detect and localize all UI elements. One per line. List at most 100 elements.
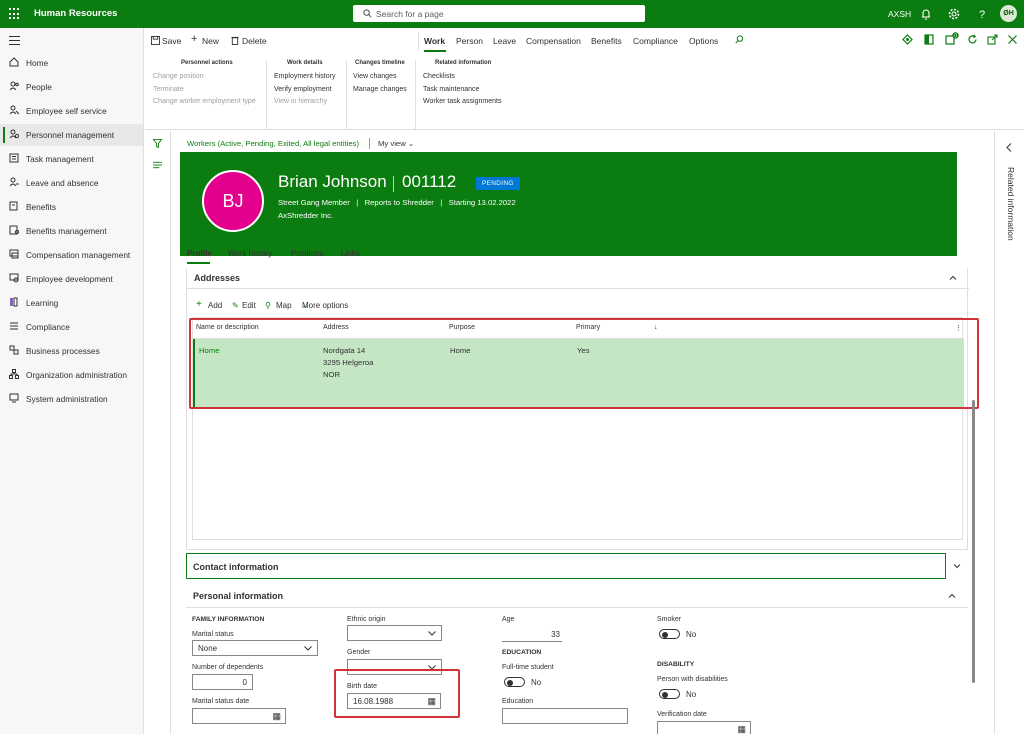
checklists-button[interactable]: Checklists [423,73,455,80]
sidebar-item-employee-development[interactable]: Employee development [0,268,143,290]
education-field[interactable] [502,708,628,724]
smoker-value: No [686,630,697,639]
family-heading: FAMILY INFORMATION [192,616,265,623]
tab-links[interactable]: Links [341,249,360,258]
view-in-hierarchy-button[interactable]: View in hierarchy [274,98,327,105]
sidebar-item-compensation-management[interactable]: Compensation management [0,244,143,266]
verify-employment-button[interactable]: Verify employment [274,86,332,93]
tab-leave[interactable]: Leave [493,36,516,46]
view-changes-button[interactable]: View changes [353,73,396,80]
sidebar-item-task-management[interactable]: Task management [0,148,143,170]
terminate-button[interactable]: Terminate [153,86,184,93]
person-icon [9,105,19,115]
marital-status-label: Marital status [192,631,234,638]
list-icon[interactable] [153,161,162,169]
refresh-icon[interactable] [967,34,978,45]
new-button[interactable]: New [202,36,219,46]
tab-compliance[interactable]: Compliance [633,36,678,46]
add-address-button[interactable]: Add [208,301,222,310]
plus-icon: + [196,299,202,310]
tab-benefits[interactable]: Benefits [591,36,622,46]
marital-date-field[interactable]: ▦ [192,708,286,724]
filter-icon[interactable] [153,139,162,148]
help-icon[interactable]: ? [975,7,989,21]
action-search-icon[interactable] [735,35,744,44]
worker-avatar[interactable]: BJ [202,170,264,232]
calendar-icon[interactable]: ▦ [272,711,281,722]
user-avatar[interactable]: ØH [1000,5,1017,22]
tab-profile[interactable]: Profile [187,249,212,258]
search-input[interactable]: Search for a page [353,5,645,22]
sidebar-item-organization-administration[interactable]: Organization administration [0,364,143,386]
task-maintenance-button[interactable]: Task maintenance [423,86,479,93]
marital-status-select[interactable]: None [192,640,318,656]
chevron-left-icon[interactable] [1006,143,1012,152]
open-new-window-icon[interactable] [987,34,998,45]
worker-task-assignments-button[interactable]: Worker task assignments [423,98,501,105]
map-button[interactable]: Map [276,301,292,310]
smoker-toggle[interactable] [659,629,680,639]
calendar-icon[interactable]: ▦ [737,724,746,734]
sidebar-item-business-processes[interactable]: Business processes [0,340,143,362]
tab-positions[interactable]: Positions [291,249,323,258]
scrollbar[interactable] [972,400,975,683]
tab-work-history[interactable]: Work history [228,249,272,258]
group-changes-timeline-title: Changes timeline [355,60,405,66]
hamburger-icon[interactable] [9,36,20,48]
delete-button[interactable]: Delete [242,36,267,46]
tab-options[interactable]: Options [689,36,718,46]
employment-history-button[interactable]: Employment history [274,73,335,80]
change-position-button[interactable]: Change position [153,73,204,80]
change-employment-type-button[interactable]: Change worker employment type [153,98,256,105]
close-icon[interactable] [1007,34,1018,45]
chevron-up-icon[interactable] [948,592,956,600]
personal-title[interactable]: Personal information [193,591,283,601]
sidebar-item-leave-and-absence[interactable]: Leave and absence [0,172,143,194]
contact-section[interactable]: Contact information [186,553,946,579]
power-apps-icon[interactable] [902,34,913,45]
edit-address-button[interactable]: Edit [242,301,256,310]
sidebar-item-benefits-management[interactable]: Benefits management [0,220,143,242]
sidebar-item-label: System administration [26,394,108,404]
sidebar-item-system-administration[interactable]: System administration [0,388,143,410]
top-bar: Human Resources Search for a page AXSH ?… [0,0,1024,28]
manage-changes-button[interactable]: Manage changes [353,86,407,93]
tab-person[interactable]: Person [456,36,483,46]
sidebar-item-label: Task management [26,154,94,164]
contact-expand[interactable] [946,553,968,579]
save-button[interactable]: Save [162,36,181,46]
sidebar-item-learning[interactable]: Learning [0,292,143,314]
worker-company: AxShredder Inc. [278,211,334,220]
ethnic-origin-select[interactable] [347,625,442,641]
left-navigation: Home People Employee self service Personnel… [0,28,144,734]
sidebar-item-compliance[interactable]: Compliance [0,316,143,338]
dependents-field[interactable]: 0 [192,674,253,690]
sidebar-item-personnel-management[interactable]: Personnel management [0,124,143,146]
sidebar-item-employee-self-service[interactable]: Employee self service [0,100,143,122]
tab-profile-underline [187,262,210,264]
tab-compensation[interactable]: Compensation [526,36,581,46]
related-information-pane[interactable]: Related information [994,131,1024,734]
company-selector[interactable]: AXSH [888,9,911,19]
app-launcher-icon[interactable] [9,8,21,20]
sidebar-item-label: Compensation management [26,250,131,260]
leave-icon [9,177,19,187]
more-options-button[interactable]: More options ⌄ [302,301,348,310]
my-view-selector[interactable]: My view ⌄ [378,139,414,148]
disability-toggle[interactable] [659,689,680,699]
tab-work[interactable]: Work [424,36,445,46]
verification-date-field[interactable]: ▦ [657,721,751,734]
sidebar-item-home[interactable]: Home [0,52,143,74]
attachments-icon[interactable]: 0 [945,32,959,45]
office-icon[interactable] [924,34,934,45]
fulltime-student-toggle[interactable] [504,677,525,687]
workers-filter-link[interactable]: Workers (Active, Pending, Exited, All le… [187,139,359,148]
chevron-up-icon[interactable] [949,274,957,282]
sidebar-item-people[interactable]: People [0,76,143,98]
sidebar-item-label: Leave and absence [26,178,99,188]
age-value: 33 [551,630,560,639]
gear-icon[interactable] [947,7,961,21]
addresses-title[interactable]: Addresses [194,273,240,283]
sidebar-item-benefits[interactable]: Benefits [0,196,143,218]
bell-icon[interactable] [919,7,933,21]
